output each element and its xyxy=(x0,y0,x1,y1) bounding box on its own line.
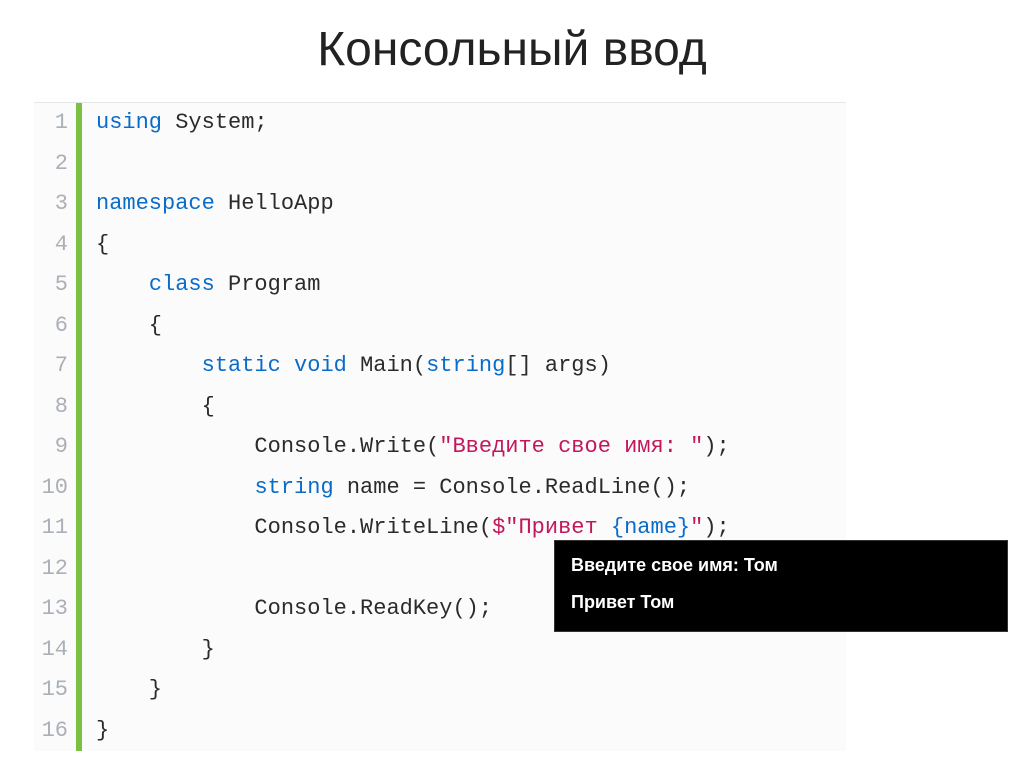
line-number: 7 xyxy=(34,346,76,387)
code-content: string name = Console.ReadLine(); xyxy=(82,468,690,509)
code-content: Console.ReadKey(); xyxy=(82,589,492,630)
line-number: 16 xyxy=(34,711,76,752)
line-number: 8 xyxy=(34,387,76,428)
code-row: 3namespace HelloApp xyxy=(34,184,846,225)
line-number: 9 xyxy=(34,427,76,468)
line-number: 14 xyxy=(34,630,76,671)
code-row: 5 class Program xyxy=(34,265,846,306)
line-number: 12 xyxy=(34,549,76,590)
line-number: 2 xyxy=(34,144,76,185)
line-number: 5 xyxy=(34,265,76,306)
line-number: 10 xyxy=(34,468,76,509)
code-row: 7 static void Main(string[] args) xyxy=(34,346,846,387)
code-row: 1using System; xyxy=(34,103,846,144)
code-row: 9 Console.Write("Введите свое имя: "); xyxy=(34,427,846,468)
code-content: { xyxy=(82,387,215,428)
code-row: 2 xyxy=(34,144,846,185)
code-row: 14 } xyxy=(34,630,846,671)
console-line-1: Введите свое имя: Том xyxy=(571,555,991,576)
code-content: } xyxy=(82,711,109,752)
code-content: static void Main(string[] args) xyxy=(82,346,611,387)
code-content: } xyxy=(82,630,215,671)
code-block: 1using System;23namespace HelloApp4{5 cl… xyxy=(34,102,846,751)
code-row: 6 { xyxy=(34,306,846,347)
line-number: 1 xyxy=(34,103,76,144)
code-content: { xyxy=(82,306,162,347)
code-row: 4{ xyxy=(34,225,846,266)
code-content xyxy=(82,549,96,590)
code-content: using System; xyxy=(82,103,268,144)
slide-title: Консольный ввод xyxy=(0,0,1024,87)
code-row: 16} xyxy=(34,711,846,752)
code-row: 15 } xyxy=(34,670,846,711)
code-content: namespace HelloApp xyxy=(82,184,334,225)
line-number: 4 xyxy=(34,225,76,266)
console-output: Введите свое имя: Том Привет Том xyxy=(554,540,1008,632)
line-number: 11 xyxy=(34,508,76,549)
line-number: 13 xyxy=(34,589,76,630)
line-number: 3 xyxy=(34,184,76,225)
console-line-2: Привет Том xyxy=(571,592,991,613)
code-content: Console.Write("Введите свое имя: "); xyxy=(82,427,730,468)
code-row: 10 string name = Console.ReadLine(); xyxy=(34,468,846,509)
code-content xyxy=(82,144,96,185)
line-number: 15 xyxy=(34,670,76,711)
code-content: } xyxy=(82,670,162,711)
code-row: 8 { xyxy=(34,387,846,428)
code-content: { xyxy=(82,225,109,266)
line-number: 6 xyxy=(34,306,76,347)
code-content: class Program xyxy=(82,265,320,306)
